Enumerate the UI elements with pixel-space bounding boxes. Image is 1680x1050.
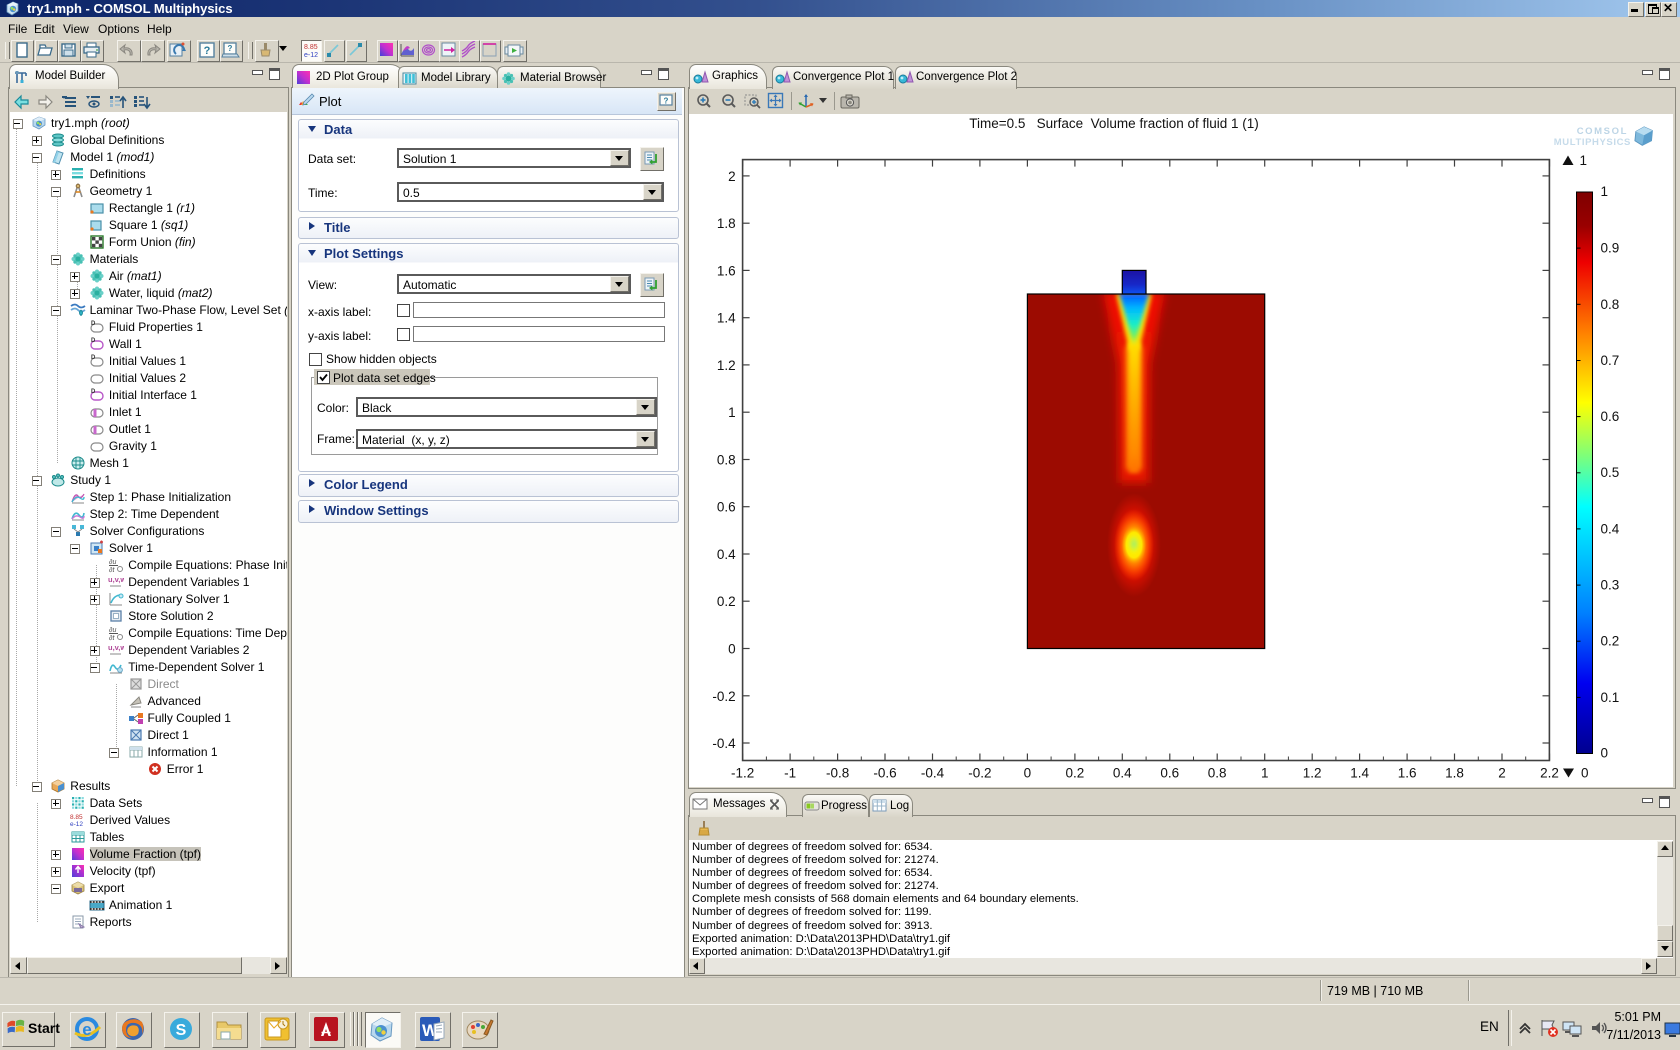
svg-text:0.5: 0.5 <box>1601 465 1620 480</box>
svg-text:MULTIPHYSICS: MULTIPHYSICS <box>1554 137 1631 148</box>
svg-text:1.8: 1.8 <box>1445 766 1464 781</box>
svg-text:1.2: 1.2 <box>1303 766 1322 781</box>
svg-text:-1: -1 <box>784 766 796 781</box>
svg-text:0.4: 0.4 <box>717 547 736 562</box>
svg-text:e-12: e-12 <box>70 821 83 828</box>
svg-text:2: 2 <box>1498 766 1506 781</box>
svg-text:-0.8: -0.8 <box>826 766 849 781</box>
svg-text:0.6: 0.6 <box>1601 409 1620 424</box>
svg-text:∂t: ∂t <box>109 567 115 573</box>
svg-text:1.8: 1.8 <box>717 216 736 231</box>
svg-text:0.3: 0.3 <box>1601 578 1620 593</box>
svg-text:0.9: 0.9 <box>1601 241 1620 256</box>
svg-text:∂t: ∂t <box>109 635 115 641</box>
svg-text:0: 0 <box>1601 746 1609 761</box>
svg-text:e: e <box>82 1020 91 1039</box>
svg-text:COMSOL: COMSOL <box>1577 126 1628 137</box>
svg-text:0: 0 <box>1024 766 1032 781</box>
svg-text:u,v,w: u,v,w <box>108 643 124 652</box>
svg-text:-1.2: -1.2 <box>731 766 754 781</box>
svg-text:-0.2: -0.2 <box>712 689 735 704</box>
svg-text:8.85: 8.85 <box>70 814 83 821</box>
svg-text:1: 1 <box>1580 153 1588 168</box>
svg-text:1.4: 1.4 <box>1350 766 1369 781</box>
svg-text:1.2: 1.2 <box>717 358 736 373</box>
svg-text:0: 0 <box>1581 766 1589 781</box>
svg-text:0.6: 0.6 <box>1160 766 1179 781</box>
svg-text:u,v,w: u,v,w <box>108 575 124 584</box>
svg-text:D: D <box>91 321 96 327</box>
svg-text:0.2: 0.2 <box>1066 766 1085 781</box>
svg-text:0: 0 <box>728 642 736 657</box>
svg-text:Time=0.5 Surface Volume fra: Time=0.5 Surface Volume fraction of flui… <box>969 116 1259 131</box>
svg-text:?: ? <box>228 44 233 53</box>
svg-text:D: D <box>91 389 96 395</box>
svg-text:0.1: 0.1 <box>1601 690 1620 705</box>
svg-text:∂u: ∂u <box>109 559 116 566</box>
svg-text:0.7: 0.7 <box>1601 353 1620 368</box>
svg-text:1.4: 1.4 <box>717 311 736 326</box>
svg-text:-0.6: -0.6 <box>873 766 896 781</box>
svg-text:∂u: ∂u <box>109 627 116 634</box>
svg-text:0.2: 0.2 <box>717 594 736 609</box>
svg-text:-0.4: -0.4 <box>921 766 945 781</box>
svg-text:0.8: 0.8 <box>1601 297 1620 312</box>
svg-text:?: ? <box>664 97 669 106</box>
svg-text:2: 2 <box>728 169 736 184</box>
svg-text:0.4: 0.4 <box>1601 521 1620 536</box>
svg-text:?: ? <box>204 45 211 57</box>
svg-text:0.6: 0.6 <box>717 500 736 515</box>
svg-text:0.2: 0.2 <box>1601 634 1620 649</box>
svg-text:-0.4: -0.4 <box>712 736 736 751</box>
svg-text:8.85: 8.85 <box>304 44 318 51</box>
svg-text:0.8: 0.8 <box>1208 766 1227 781</box>
svg-text:0.4: 0.4 <box>1113 766 1132 781</box>
svg-text:S: S <box>176 1022 187 1039</box>
svg-text:1: 1 <box>1261 766 1269 781</box>
svg-text:1.6: 1.6 <box>717 263 736 278</box>
svg-text:e-12: e-12 <box>304 52 318 59</box>
svg-text:0.8: 0.8 <box>717 453 736 468</box>
svg-text:2.2: 2.2 <box>1540 766 1559 781</box>
svg-text:-0.2: -0.2 <box>968 766 991 781</box>
svg-text:D: D <box>91 355 96 361</box>
svg-text:1: 1 <box>1601 184 1609 199</box>
svg-text:D: D <box>91 338 96 344</box>
svg-text:1: 1 <box>728 405 736 420</box>
svg-text:1.6: 1.6 <box>1398 766 1417 781</box>
